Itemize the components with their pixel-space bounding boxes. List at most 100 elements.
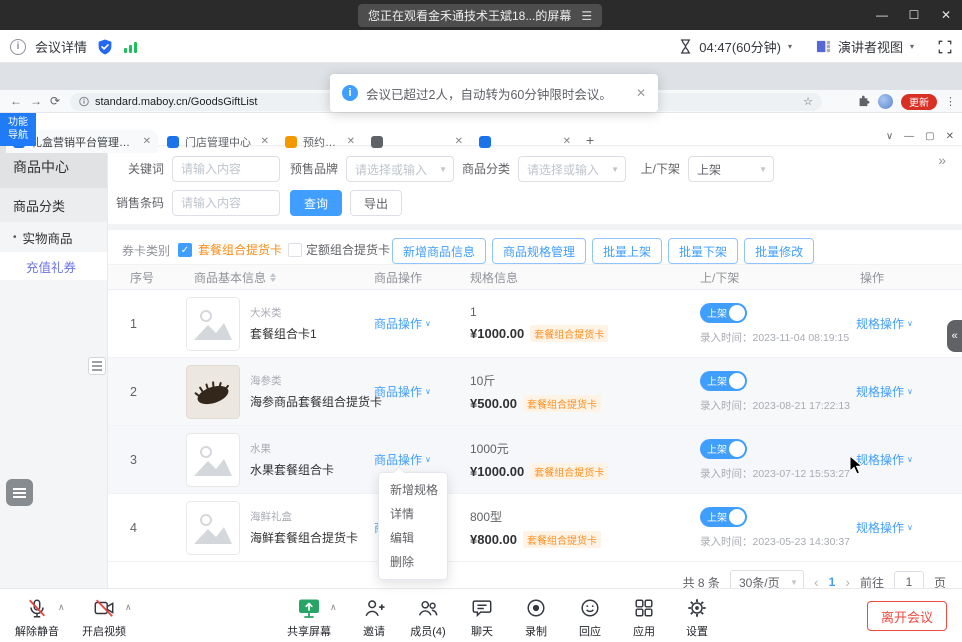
tab-close-icon[interactable]: ✕ xyxy=(563,136,571,147)
tab-close-icon[interactable]: ✕ xyxy=(143,136,151,147)
expand-chevron-icon[interactable]: ∧ xyxy=(125,602,132,613)
apps-button[interactable]: 应用 xyxy=(616,596,672,639)
reload-icon[interactable]: ⟳ xyxy=(50,94,60,108)
bulk-on-shelf-button[interactable]: 批量上架 xyxy=(592,238,662,264)
browser-tab[interactable]: ✕ xyxy=(364,130,470,153)
brand-select[interactable]: 请选择或输入 ▼ xyxy=(346,156,454,182)
browser-maximize-icon[interactable]: ▢ xyxy=(925,131,934,142)
sh elf-select[interactable]: 上架 ▼ xyxy=(688,156,774,182)
checkbox-checked[interactable]: ✓ xyxy=(178,243,192,257)
card-type-option-1[interactable]: 套餐组合提货卡 xyxy=(198,242,282,258)
browser-menu-icon[interactable]: ⋮ xyxy=(945,95,957,108)
menu-item-details[interactable]: 详情 xyxy=(379,502,447,526)
invite-button[interactable]: 邀请 xyxy=(346,596,402,639)
shelf-toggle[interactable]: 上架 xyxy=(700,371,747,391)
meeting-timer[interactable]: 04:47(60分钟) xyxy=(699,37,781,56)
menu-item-add-spec[interactable]: 新增规格 xyxy=(379,478,447,502)
info-icon[interactable]: i xyxy=(10,39,26,55)
product-operation-link[interactable]: 商品操作∨ xyxy=(366,315,462,332)
close-icon[interactable]: ✕ xyxy=(636,86,646,100)
sidebar-item-physical-goods[interactable]: • 实物商品 xyxy=(0,222,107,252)
meeting-details-label[interactable]: 会议详情 xyxy=(35,37,87,56)
start-video-button[interactable]: 开启视频 xyxy=(76,596,132,639)
record-button[interactable]: 录制 xyxy=(508,596,564,639)
sidebar-item-categories[interactable]: 商品分类 xyxy=(0,188,107,222)
search-button[interactable]: 查询 xyxy=(290,190,342,216)
browser-profile-avatar[interactable] xyxy=(878,94,893,109)
network-signal-icon[interactable] xyxy=(123,40,139,54)
close-button[interactable]: ✕ xyxy=(930,0,962,30)
keyword-input[interactable] xyxy=(172,156,280,182)
menu-item-delete[interactable]: 删除 xyxy=(379,550,447,574)
sort-icon[interactable] xyxy=(270,273,276,282)
shared-screen-title: 您正在观看金禾通技术王斌18...的屏幕 xyxy=(368,7,571,24)
bulk-off-shelf-button[interactable]: 批量下架 xyxy=(668,238,738,264)
collapse-filters-icon[interactable]: » xyxy=(938,152,944,168)
add-product-button[interactable]: 新增商品信息 xyxy=(392,238,486,264)
bulk-edit-button[interactable]: 批量修改 xyxy=(744,238,814,264)
tab-favicon xyxy=(479,136,491,148)
sidebar-item-vouchers[interactable]: 充值礼券 xyxy=(0,252,107,280)
browser-update-button[interactable]: 更新 xyxy=(901,94,937,110)
spec-operation-link[interactable]: 规格操作∨ xyxy=(852,315,962,332)
category-label: 商品分类 xyxy=(462,156,510,182)
meeting-info-group: i 会议详情 xyxy=(10,30,139,63)
maximize-button[interactable]: ☐ xyxy=(898,0,930,30)
spec-manage-button[interactable]: 商品规格管理 xyxy=(492,238,586,264)
export-button[interactable]: 导出 xyxy=(350,190,402,216)
function-nav-tab[interactable]: 功能导航 xyxy=(0,113,36,146)
minimize-button[interactable]: — xyxy=(866,0,898,30)
shelf-toggle[interactable]: 上架 xyxy=(700,439,747,459)
share-screen-button[interactable]: 共享屏幕 xyxy=(281,596,337,639)
product-operation-link[interactable]: 商品操作∨ xyxy=(366,451,462,468)
chevron-down-icon[interactable]: ▾ xyxy=(788,42,792,51)
browser-tab[interactable]: ✕ xyxy=(472,130,578,153)
site-info-icon[interactable] xyxy=(79,96,89,107)
bookmark-star-icon[interactable]: ☆ xyxy=(803,95,813,108)
shelf-toggle[interactable]: 上架 xyxy=(700,507,747,527)
current-page[interactable]: 1 xyxy=(829,575,836,589)
product-operation-link[interactable]: 商品操作∨ xyxy=(366,383,462,400)
keyword-label: 关键词 xyxy=(116,156,164,182)
card-type-option-2[interactable]: 定额组合提货卡 xyxy=(306,242,390,258)
expand-chevron-icon[interactable]: ∧ xyxy=(330,602,337,613)
view-mode-label[interactable]: 演讲者视图 xyxy=(838,37,903,56)
browser-tab[interactable]: 门店管理中心 ✕ xyxy=(160,130,276,153)
browser-close-icon[interactable]: ✕ xyxy=(946,131,954,142)
bullet-icon: • xyxy=(13,232,17,243)
extensions-puzzle-icon[interactable] xyxy=(857,95,870,108)
unmute-button[interactable]: 解除静音 xyxy=(9,596,65,639)
fullscreen-icon[interactable] xyxy=(938,40,952,54)
browser-tab[interactable]: 预约成功 ✕ xyxy=(278,130,362,153)
category-select[interactable]: 请选择或输入 ▼ xyxy=(518,156,626,182)
settings-button[interactable]: 设置 xyxy=(669,596,725,639)
drag-handle-icon[interactable] xyxy=(88,357,106,375)
section-divider xyxy=(108,224,962,230)
expand-chevron-icon[interactable]: ∧ xyxy=(58,602,65,613)
members-button[interactable]: 成员(4) xyxy=(400,596,456,639)
tab-search-icon[interactable]: ∨ xyxy=(886,131,893,142)
tab-close-icon[interactable]: ✕ xyxy=(347,136,355,147)
chevron-down-icon[interactable]: ▾ xyxy=(910,42,914,51)
new-tab-button[interactable]: + xyxy=(586,132,594,148)
browser-minimize-icon[interactable]: — xyxy=(904,131,914,142)
leave-meeting-button[interactable]: 离开会议 xyxy=(867,601,947,631)
tab-close-icon[interactable]: ✕ xyxy=(261,136,269,147)
shelf-toggle[interactable]: 上架 xyxy=(700,303,747,323)
forward-icon[interactable]: → xyxy=(30,94,42,108)
spec-operation-link[interactable]: 规格操作∨ xyxy=(852,451,962,468)
spec-operation-link[interactable]: 规格操作∨ xyxy=(852,519,962,536)
reactions-button[interactable]: 回应 xyxy=(562,596,618,639)
security-shield-icon[interactable] xyxy=(96,38,114,56)
meeting-floating-widget[interactable] xyxy=(6,479,33,506)
spec-operation-link[interactable]: 规格操作∨ xyxy=(852,383,962,400)
menu-item-edit[interactable]: 编辑 xyxy=(379,526,447,550)
tab-close-icon[interactable]: ✕ xyxy=(455,136,463,147)
collapse-panel-handle[interactable]: « xyxy=(947,320,962,352)
checkbox-unchecked[interactable] xyxy=(288,243,302,257)
hamburger-menu-icon[interactable]: ☰ xyxy=(581,9,592,23)
back-icon[interactable]: ← xyxy=(10,94,22,108)
browser-actions: 更新 ⋮ xyxy=(857,92,957,111)
barcode-input[interactable] xyxy=(172,190,280,216)
chat-button[interactable]: 聊天 xyxy=(454,596,510,639)
